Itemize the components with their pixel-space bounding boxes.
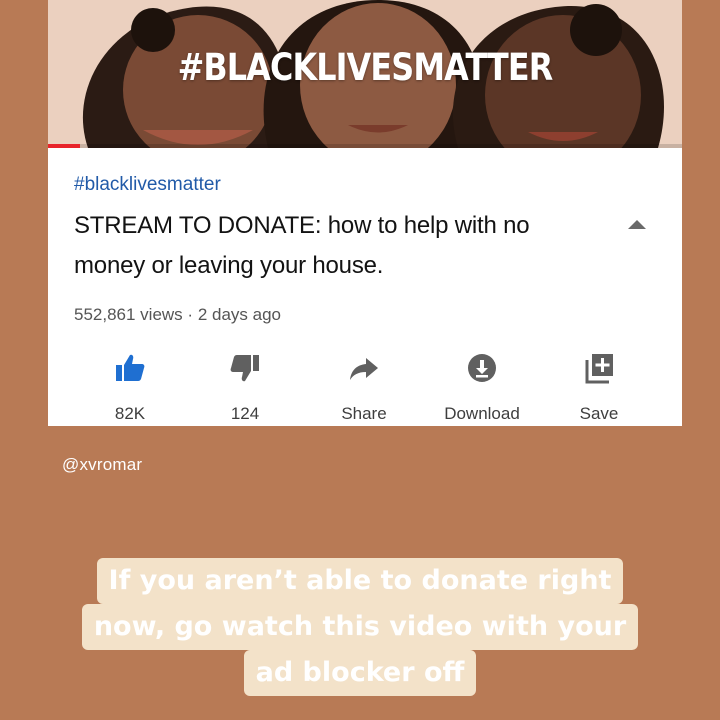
video-info-card: #blacklivesmatter STREAM TO DONATE: how … (48, 148, 682, 426)
caption-line: now, go watch this video with your (81, 604, 639, 650)
video-hashtag-link[interactable]: #blacklivesmatter (74, 174, 221, 196)
caption-line: If you aren’t able to donate right (96, 558, 624, 604)
share-icon (350, 358, 378, 380)
creator-handle[interactable]: @xvromar (62, 455, 142, 475)
save-label: Save (579, 404, 619, 423)
meta-separator: · (187, 305, 194, 324)
share-label: Share (341, 404, 387, 423)
view-count: 552,861 views (74, 305, 183, 324)
download-label: Download (444, 404, 520, 423)
video-thumbnail[interactable]: #BLACKLIVESMATTER (48, 0, 682, 148)
save-playlist-icon (585, 354, 613, 384)
video-meta: 552,861 views · 2 days ago (74, 305, 281, 325)
thumbs-down-icon (230, 355, 259, 382)
save-button[interactable]: Save (544, 348, 654, 426)
thumbs-up-icon (116, 354, 145, 381)
story-caption: If you aren’t able to donate right now, … (0, 558, 720, 696)
share-button[interactable]: Share (309, 348, 419, 426)
download-icon (468, 354, 496, 382)
download-button[interactable]: Download (427, 348, 537, 426)
caption-line: ad blocker off (243, 650, 477, 696)
like-count: 82K (114, 404, 146, 423)
thumbnail-overlay-text: #BLACKLIVESMATTER (177, 46, 554, 89)
dislike-count: 124 (230, 404, 260, 423)
like-button[interactable]: 82K (75, 348, 185, 426)
video-action-bar: 82K 124 Share Download Save (48, 348, 682, 426)
video-title: STREAM TO DONATE: how to help with no mo… (74, 212, 530, 279)
collapse-description-icon[interactable] (628, 220, 646, 229)
dislike-button[interactable]: 124 (190, 348, 300, 426)
upload-age: 2 days ago (197, 305, 282, 324)
